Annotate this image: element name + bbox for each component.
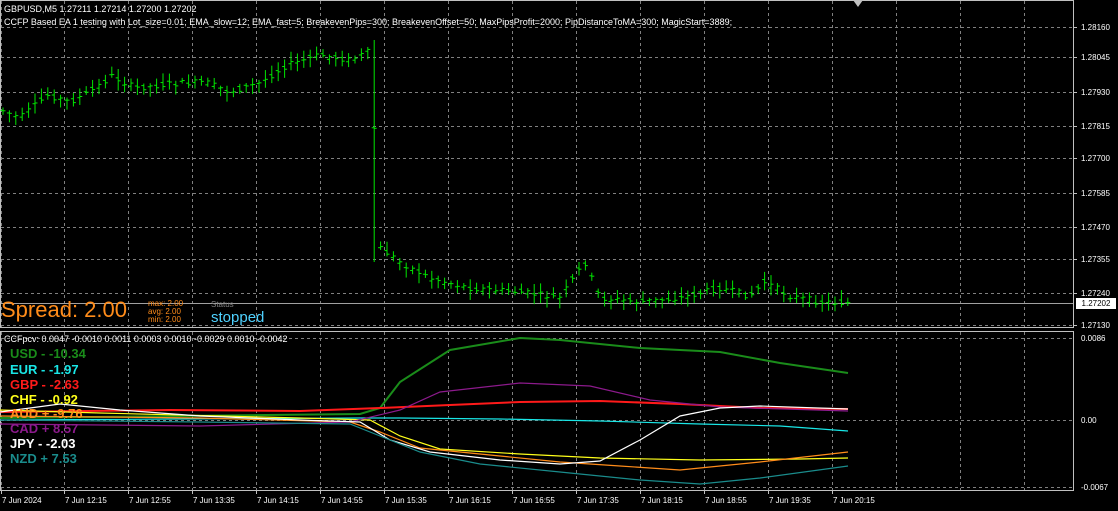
currency-chf: CHF - -0.92 bbox=[10, 392, 78, 407]
currency-jpy: JPY - -2.03 bbox=[10, 436, 76, 451]
price-axis-label: 1.28045 bbox=[1081, 53, 1110, 62]
currency-aud: AUD + -9.76 bbox=[10, 406, 83, 421]
currency-nzd: NZD + 7.53 bbox=[10, 451, 77, 466]
price-axis-label: 1.28160 bbox=[1081, 23, 1110, 32]
chart-scroll-marker[interactable] bbox=[853, 0, 863, 7]
price-axis-label: 1.27355 bbox=[1081, 255, 1110, 264]
price-axis-label: 1.27815 bbox=[1081, 122, 1110, 131]
time-axis-label: 7 Jun 16:15 bbox=[449, 496, 491, 505]
spread-min: min: 2.00 bbox=[148, 315, 181, 324]
indicator-axis-label: 0.0086 bbox=[1081, 334, 1106, 343]
nzd-line bbox=[0, 419, 849, 485]
indicator-axis-label: -0.0067 bbox=[1081, 483, 1109, 492]
time-axis-label: 7 Jun 20:15 bbox=[833, 496, 875, 505]
time-axis-label: 7 Jun 15:35 bbox=[385, 496, 427, 505]
price-axis-label: 1.27240 bbox=[1081, 289, 1110, 298]
price-axis-label: 1.27930 bbox=[1081, 88, 1110, 97]
main-chart-frame bbox=[0, 0, 1074, 328]
time-axis-label: 7 Jun 14:15 bbox=[257, 496, 299, 505]
eur-line bbox=[0, 417, 849, 432]
currency-eur: EUR - -1.97 bbox=[10, 362, 79, 377]
currency-usd: USD - -10.34 bbox=[10, 346, 86, 361]
currency-cad: CAD + 8.57 bbox=[10, 421, 79, 436]
time-axis-label: 7 Jun 18:55 bbox=[705, 496, 747, 505]
time-axis-label: 7 Jun 12:15 bbox=[65, 496, 107, 505]
time-axis-label: 7 Jun 14:55 bbox=[321, 496, 363, 505]
time-axis-label: 7 Jun 18:15 bbox=[641, 496, 683, 505]
time-axis-label: 7 Jun 16:55 bbox=[513, 496, 555, 505]
time-axis-label: 7 Jun 17:35 bbox=[577, 496, 619, 505]
jpy-line bbox=[0, 403, 849, 465]
status-value: stopped bbox=[211, 309, 265, 326]
currency-gbp: GBP - -2.63 bbox=[10, 377, 80, 392]
current-price-badge: 1.27202 bbox=[1076, 298, 1116, 309]
price-axis-label: 1.27130 bbox=[1081, 321, 1110, 330]
ea-settings-line: CCFP Based EA 1 testing with Lot_size=0.… bbox=[4, 17, 733, 27]
time-axis-label: 7 Jun 19:35 bbox=[769, 496, 811, 505]
status-label: Status bbox=[211, 300, 234, 309]
time-axis-label: 7 Jun 12:55 bbox=[129, 496, 171, 505]
price-axis-label: 1.27585 bbox=[1081, 189, 1110, 198]
indicator-axis-label: 0.00 bbox=[1081, 416, 1097, 425]
price-axis-label: 1.27470 bbox=[1081, 223, 1110, 232]
spread-value: Spread: 2.00 bbox=[1, 297, 127, 322]
time-axis-label: 7 Jun 2024 bbox=[2, 496, 42, 505]
indicator-values-line: CCFpcv: 0.0047 -0.0010 0.0011 0.0003 0.0… bbox=[4, 334, 288, 344]
chart-canvas[interactable]: 1.28160 1.28045 1.27930 1.27815 1.27700 1.275… bbox=[0, 0, 1118, 511]
price-axis-label: 1.27700 bbox=[1081, 154, 1110, 163]
time-axis-label: 7 Jun 13:35 bbox=[193, 496, 235, 505]
symbol-quote-line: GBPUSD,M5 1.27211 1.27214 1.27200 1.2720… bbox=[4, 4, 197, 14]
